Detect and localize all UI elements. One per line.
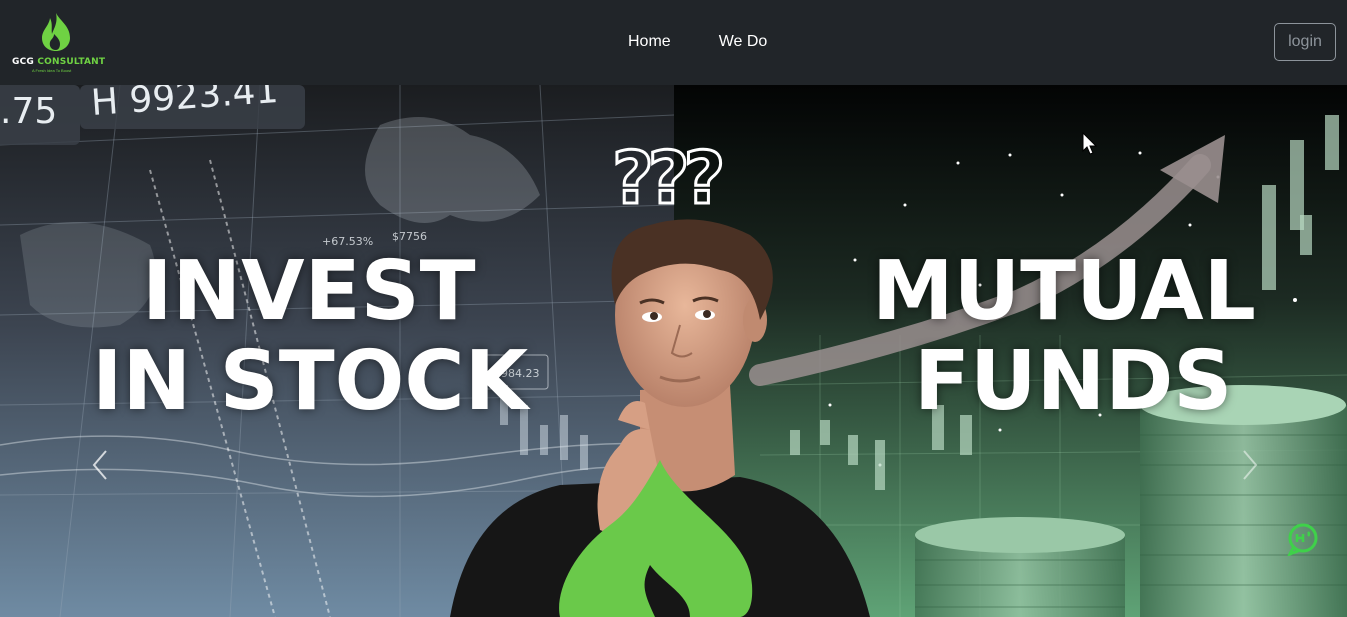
hero-heading-funds-line1: MUTUAL [872,244,1256,339]
ticker-val: $7756 [392,230,427,243]
hero-heading-stock-line1: INVEST [142,244,476,339]
carousel-next-button[interactable] [1234,445,1264,485]
mouse-cursor-icon [1082,131,1098,161]
ticker-left: .75 [0,91,57,132]
hero-heading-funds: MUTUAL FUNDS [872,247,1256,427]
nav-link-home[interactable]: Home [628,33,671,51]
chat-button[interactable] [1286,522,1320,557]
brand-name-part2: CONSULTANT [37,57,106,67]
flame-icon [42,13,70,51]
nav-link-we-do[interactable]: We Do [719,33,768,51]
chat-bubble-icon [1286,523,1318,557]
hero-heading-stock-line2: IN STOCK [92,334,529,429]
brand-logo[interactable]: GCG CONSULTANT A Fresh Idea To Boost [10,10,110,74]
hero-heading-stock: INVEST IN STOCK [92,247,528,427]
hero-heading-funds-line2: FUNDS [914,334,1233,429]
chevron-left-icon [92,450,107,480]
navbar: GCG CONSULTANT A Fresh Idea To Boost Hom… [0,0,1347,85]
nav-links: Home We Do [628,33,767,51]
brand-name: GCG CONSULTANT [12,57,105,67]
brand-name-part1: GCG [12,57,34,67]
chevron-right-icon [1243,450,1258,480]
hero-carousel: .75 H 9923.41 +67.53% $7756 3984.23 ??? … [0,85,1347,617]
question-marks: ??? [612,136,722,220]
login-button[interactable]: login [1274,23,1336,61]
brand-tagline: A Fresh Idea To Boost [32,68,72,73]
carousel-prev-button[interactable] [86,445,116,485]
